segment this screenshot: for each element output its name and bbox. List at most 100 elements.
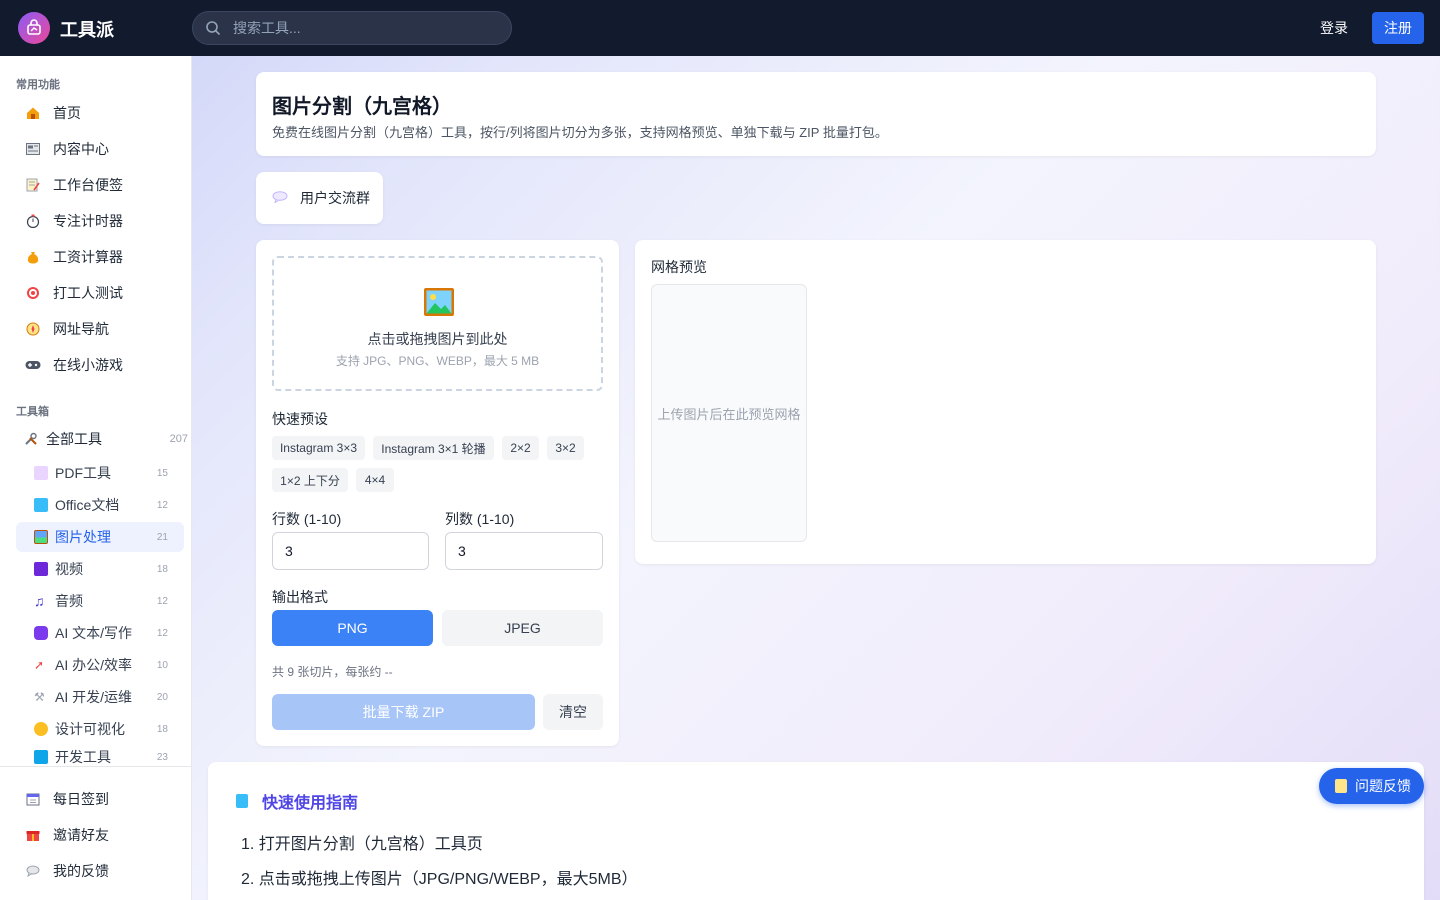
newspaper-icon	[25, 141, 41, 157]
preview-panel: 网格预览 上传图片后在此预览网格	[635, 240, 1376, 564]
preset-chip[interactable]: 4×4	[356, 468, 394, 492]
sidebar-item-content-center[interactable]: 内容中心	[16, 133, 184, 165]
sidebar-item-label: PDF工具	[55, 465, 111, 481]
sidebar-item-label: 音频	[55, 593, 83, 609]
gamepad-icon	[25, 357, 41, 373]
sidebar-item-invite[interactable]: 邀请好友	[16, 819, 184, 851]
target-icon	[25, 285, 41, 301]
search-icon	[206, 21, 221, 36]
search-input[interactable]	[233, 20, 493, 36]
money-bag-icon	[25, 249, 41, 265]
calendar-icon	[25, 791, 41, 807]
sidebar-item-my-feedback[interactable]: 我的反馈	[16, 855, 184, 887]
user-group-label: 用户交流群	[300, 190, 370, 206]
sidebar-item-games[interactable]: 在线小游戏	[16, 349, 184, 381]
sidebar-item-url-nav[interactable]: 网址导航	[16, 313, 184, 345]
sidebar-item-label: 专注计时器	[53, 213, 123, 229]
upload-dropzone[interactable]: 点击或拖拽图片到此处 支持 JPG、PNG、WEBP，最大 5 MB	[272, 256, 603, 391]
count-badge: 15	[156, 467, 168, 479]
grid-preview-area: 上传图片后在此预览网格	[651, 284, 807, 542]
count-badge: 20	[156, 691, 168, 703]
login-link[interactable]: 登录	[1320, 18, 1348, 38]
sidebar-item-checkin[interactable]: 每日签到	[16, 783, 184, 815]
rows-label: 行数 (1-10)	[272, 511, 342, 527]
compass-icon	[25, 321, 41, 337]
upload-main-text: 点击或拖拽图片到此处	[367, 331, 508, 347]
sidebar-item-timer[interactable]: 专注计时器	[16, 205, 184, 237]
sidebar-item-label: 工作台便签	[53, 177, 123, 193]
register-button[interactable]: 注册	[1372, 12, 1424, 44]
sidebar-item-dev-tools[interactable]: 开发工具 23	[16, 746, 184, 768]
page-title: 图片分割（九宫格）	[272, 96, 452, 118]
preset-chip[interactable]: Instagram 3×3	[272, 436, 365, 460]
robot-icon	[34, 626, 48, 640]
home-icon	[25, 105, 41, 121]
speech-bubble-icon	[272, 190, 288, 206]
picture-icon	[34, 530, 48, 544]
sidebar-item-memo[interactable]: 工作台便签	[16, 169, 184, 201]
sidebar-item-audio[interactable]: ♫ 音频 12	[16, 586, 184, 616]
book-icon	[34, 498, 48, 512]
sidebar-item-home[interactable]: 首页	[16, 97, 184, 129]
sidebar-item-label: 在线小游戏	[53, 357, 123, 373]
preset-chip[interactable]: 3×2	[547, 436, 584, 460]
presets-label: 快速预设	[272, 411, 328, 427]
sidebar: 常用功能 首页 内容中心 工作台便签 专注计时器 工资计算器 打工人测试 网址导…	[0, 56, 192, 900]
cols-label: 列数 (1-10)	[445, 511, 515, 527]
preset-chip[interactable]: 1×2 上下分	[272, 468, 348, 492]
page-header-card: 图片分割（九宫格） 免费在线图片分割（九宫格）工具，按行/列将图片切分为多张，支…	[256, 72, 1376, 156]
sidebar-item-design[interactable]: 设计可视化 18	[16, 714, 184, 744]
sidebar-item-all-tools[interactable]: 全部工具 207	[16, 424, 192, 454]
count-badge: 23	[156, 751, 168, 763]
format-png-button[interactable]: PNG	[272, 610, 433, 646]
preset-chip[interactable]: Instagram 3×1 轮播	[373, 436, 494, 460]
sidebar-item-image[interactable]: 图片处理 21	[16, 522, 184, 552]
format-jpeg-button[interactable]: JPEG	[442, 610, 603, 646]
sidebar-item-label: 我的反馈	[53, 863, 109, 879]
cols-input[interactable]: 3	[445, 532, 603, 570]
wrench-icon: ⚒	[34, 690, 45, 704]
sidebar-item-label: 打工人测试	[53, 285, 123, 301]
sidebar-item-pdf[interactable]: PDF工具 15	[16, 458, 184, 488]
sidebar-item-ai-office[interactable]: ➚ AI 办公/效率 10	[16, 650, 184, 680]
sidebar-item-label: 首页	[53, 105, 81, 121]
count-badge: 12	[156, 499, 168, 511]
sidebar-item-office[interactable]: Office文档 12	[16, 490, 184, 520]
sidebar-item-label: 每日签到	[53, 791, 109, 807]
section-title-common: 常用功能	[16, 79, 60, 91]
sidebar-item-worker-test[interactable]: 打工人测试	[16, 277, 184, 309]
guide-header: 快速使用指南	[236, 789, 358, 813]
upload-hint: 支持 JPG、PNG、WEBP，最大 5 MB	[335, 354, 540, 368]
brand-name[interactable]: 工具派	[60, 16, 114, 42]
slice-summary: 共 9 张切片，每张约 --	[272, 665, 393, 679]
memo-icon	[25, 177, 41, 193]
page-description: 免费在线图片分割（九宫格）工具，按行/列将图片切分为多张，支持网格预览、单独下载…	[272, 125, 888, 140]
section-title-toolbox: 工具箱	[16, 406, 49, 418]
computer-icon	[34, 750, 48, 764]
feedback-button[interactable]: 问题反馈	[1319, 768, 1424, 804]
palette-icon	[34, 722, 48, 736]
sidebar-item-ai-writing[interactable]: AI 文本/写作 12	[16, 618, 184, 648]
download-zip-button[interactable]: 批量下载 ZIP	[272, 694, 535, 730]
preset-chip[interactable]: 2×2	[502, 436, 539, 460]
count-badge: 12	[156, 627, 168, 639]
stopwatch-icon	[25, 213, 41, 229]
user-group-button[interactable]: 用户交流群	[256, 172, 383, 224]
settings-panel: 点击或拖拽图片到此处 支持 JPG、PNG、WEBP，最大 5 MB 快速预设 …	[256, 240, 619, 746]
book-icon	[236, 794, 248, 808]
clear-button[interactable]: 清空	[543, 694, 603, 730]
search-box[interactable]	[192, 11, 512, 45]
tools-icon	[23, 431, 39, 447]
clapper-icon	[34, 562, 48, 576]
sidebar-item-label: AI 办公/效率	[55, 657, 133, 673]
sidebar-item-label: 视频	[55, 561, 83, 577]
logo-icon[interactable]	[18, 12, 50, 44]
sidebar-item-salary[interactable]: 工资计算器	[16, 241, 184, 273]
sidebar-item-label: 设计可视化	[55, 721, 125, 737]
sidebar-item-label: AI 文本/写作	[55, 625, 133, 641]
rows-input[interactable]: 3	[272, 532, 429, 570]
count-badge: 21	[156, 531, 168, 543]
sidebar-item-label: 开发工具	[55, 749, 111, 765]
sidebar-item-ai-dev[interactable]: ⚒ AI 开发/运维 20	[16, 682, 184, 712]
sidebar-item-video[interactable]: 视频 18	[16, 554, 184, 584]
